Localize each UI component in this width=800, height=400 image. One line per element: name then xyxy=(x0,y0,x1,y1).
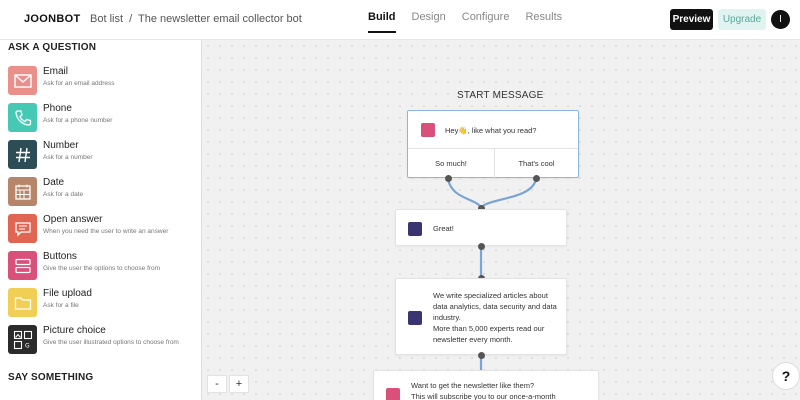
preview-button[interactable]: Preview xyxy=(670,9,713,30)
breadcrumb-current: The newsletter email collector bot xyxy=(138,13,302,25)
info-message-card[interactable]: We write specialized articles about data… xyxy=(395,278,567,355)
breadcrumb-bot-list[interactable]: Bot list xyxy=(90,13,123,25)
sidebar-item-label: Picture choice xyxy=(43,325,106,336)
connector-handle[interactable] xyxy=(533,175,540,182)
avatar[interactable]: I xyxy=(771,10,790,29)
connector-handle[interactable] xyxy=(478,243,485,250)
hash-icon xyxy=(8,140,37,169)
tab-design[interactable]: Design xyxy=(404,0,454,40)
start-message-card[interactable]: Hey👋, like what you read? So much! That'… xyxy=(407,110,579,178)
sidebar-item-buttons[interactable]: Buttons Give the user the options to cho… xyxy=(6,249,200,283)
great-message-text: Great! xyxy=(433,224,454,233)
question-text: Want to get the newsletter like them? Th… xyxy=(411,381,556,400)
sidebar-item-description: Ask for a file xyxy=(43,302,79,309)
buttons-icon xyxy=(8,251,37,280)
message-icon xyxy=(408,311,422,325)
choice-so-much[interactable]: So much! xyxy=(408,148,494,178)
picture-icon: G xyxy=(8,325,37,354)
section-title-say: SAY SOMETHING xyxy=(8,372,94,383)
sidebar-item-label: Open answer xyxy=(43,214,103,225)
sidebar-item-email[interactable]: Email Ask for an email address xyxy=(6,64,200,98)
tab-results[interactable]: Results xyxy=(517,0,570,40)
chat-icon xyxy=(8,214,37,243)
sidebar-item-open-answer[interactable]: Open answer When you need the user to wr… xyxy=(6,212,200,246)
zoom-out-button[interactable]: - xyxy=(207,375,227,393)
sidebar-item-label: Email xyxy=(43,66,69,77)
sidebar-item-label: Number xyxy=(43,140,79,151)
section-title-ask: ASK A QUESTION xyxy=(8,42,97,53)
breadcrumb: Bot list / The newsletter email collecto… xyxy=(90,13,302,25)
svg-text:G: G xyxy=(25,342,30,349)
calendar-icon xyxy=(8,177,37,206)
envelope-icon xyxy=(8,66,37,95)
sidebar-item-label: File upload xyxy=(43,288,92,299)
great-message-card[interactable]: Great! xyxy=(395,209,567,246)
sidebar-item-description: When you need the user to write an answe… xyxy=(43,228,169,235)
tab-build[interactable]: Build xyxy=(360,0,404,40)
question-card[interactable]: Want to get the newsletter like them? Th… xyxy=(373,370,599,400)
connector-handle[interactable] xyxy=(445,175,452,182)
buttons-icon xyxy=(386,388,400,400)
help-button[interactable]: ? xyxy=(772,362,800,390)
brand-logo[interactable]: JOONBOT xyxy=(24,13,81,25)
sidebar-item-description: Ask for a phone number xyxy=(43,117,113,124)
phone-icon xyxy=(8,103,37,132)
info-message-text: We write specialized articles about data… xyxy=(433,291,557,344)
sidebar-item-date[interactable]: Date Ask for a date xyxy=(6,175,200,209)
sidebar-item-description: Ask for a number xyxy=(43,154,93,161)
folder-icon xyxy=(8,288,37,317)
start-message-text: Hey👋, like what you read? xyxy=(445,126,537,135)
breadcrumb-separator: / xyxy=(129,13,133,25)
sidebar-item-file-upload[interactable]: File upload Ask for a file xyxy=(6,286,200,320)
sidebar-item-label: Buttons xyxy=(43,251,77,262)
sidebar-item-description: Ask for a date xyxy=(43,191,84,198)
flow-canvas[interactable]: START MESSAGE Hey👋, like what you read? … xyxy=(202,40,800,400)
sidebar-item-phone[interactable]: Phone Ask for a phone number xyxy=(6,101,200,135)
start-message-label: START MESSAGE xyxy=(457,90,544,101)
sidebar-item-label: Date xyxy=(43,177,65,188)
tab-configure[interactable]: Configure xyxy=(454,0,518,40)
sidebar-item-label: Phone xyxy=(43,103,72,114)
tab-bar: Build Design Configure Results xyxy=(360,0,570,40)
choice-thats-cool[interactable]: That's cool xyxy=(494,148,579,178)
message-icon xyxy=(408,222,422,236)
sidebar-item-description: Give the user the options to choose from xyxy=(43,265,161,272)
buttons-icon xyxy=(421,123,435,137)
connector-handle[interactable] xyxy=(478,352,485,359)
upgrade-button[interactable]: Upgrade xyxy=(718,9,766,30)
sidebar-item-description: Ask for an email address xyxy=(43,80,115,87)
top-bar: JOONBOT Bot list / The newsletter email … xyxy=(0,0,800,40)
sidebar-item-number[interactable]: Number Ask for a number xyxy=(6,138,200,172)
sidebar-item-description: Give the user illustrated options to cho… xyxy=(43,339,179,346)
zoom-in-button[interactable]: + xyxy=(229,375,249,393)
sidebar: ASK A QUESTION Email Ask for an email ad… xyxy=(0,40,202,400)
sidebar-item-picture-choice[interactable]: G Picture choice Give the user illustrat… xyxy=(6,323,200,357)
